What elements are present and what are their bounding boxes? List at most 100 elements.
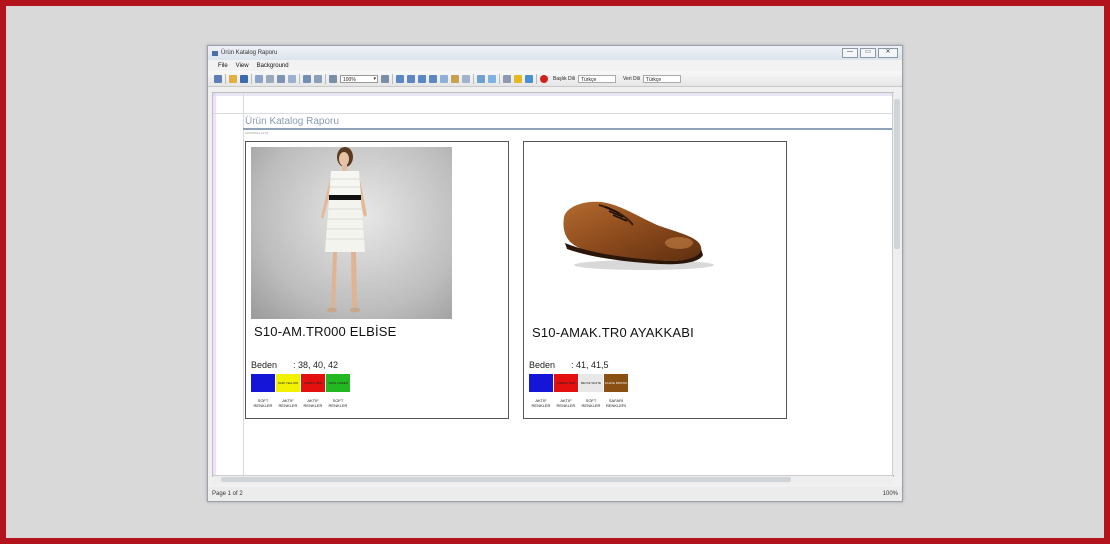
horizontal-scrollbar[interactable]	[213, 475, 893, 484]
search-icon[interactable]	[214, 74, 222, 83]
size-label: Beden	[529, 360, 556, 370]
stop-icon[interactable]	[540, 74, 548, 83]
report-page: Ürün Katalog Raporu 12/04/2012 13:51 S10…	[212, 92, 894, 477]
color-swatch: SARI YELLOW	[276, 374, 300, 392]
horizontal-scroll-thumb[interactable]	[221, 477, 791, 482]
refresh-icon[interactable]	[525, 74, 533, 83]
shoe-image	[563, 201, 714, 270]
title-divider	[243, 128, 893, 130]
toolbar-separator	[392, 73, 393, 84]
menu-background[interactable]: Background	[257, 63, 289, 69]
color-swatch-item: SARI YELLOW AKTİF RENKLER	[276, 374, 300, 408]
toolbar-separator	[325, 73, 326, 84]
menu-file[interactable]: File	[218, 63, 228, 69]
page-setup-icon[interactable]	[277, 74, 285, 83]
report-date: 12/04/2012 13:51	[245, 131, 269, 135]
zoom-select[interactable]: 100%	[340, 74, 378, 83]
color-swatch-label: AKTİF RENKLER	[278, 398, 298, 408]
help-icon[interactable]	[514, 74, 522, 83]
product-photo-shoe	[529, 147, 730, 319]
left-ruler	[213, 93, 216, 476]
margin-line	[243, 93, 244, 476]
color-swatch: KAHVE BROWN	[604, 374, 628, 392]
data-language-field[interactable]: Türkçe	[642, 74, 681, 83]
close-button[interactable]: ✕	[878, 48, 898, 58]
zoom-in-icon[interactable]	[381, 74, 389, 83]
previous-page-icon[interactable]	[407, 74, 415, 83]
watermark-icon[interactable]	[462, 74, 470, 83]
data-language-label: Veri Dili	[622, 75, 640, 82]
menu-bar: File View Background	[208, 60, 902, 71]
open-icon[interactable]	[229, 74, 237, 83]
color-swatch-label: AKTİF RENKLER	[531, 398, 551, 408]
magnifier-icon[interactable]	[314, 74, 322, 83]
maximize-button[interactable]: ▭	[860, 48, 876, 58]
product-code: S10-AMAK.TR0 AYAKKABI	[532, 325, 694, 340]
color-swatch	[529, 374, 553, 392]
export-icon[interactable]	[477, 74, 485, 83]
margin-line	[213, 113, 893, 114]
color-swatch-label: SOFT RENKLER	[328, 398, 348, 408]
print-icon[interactable]	[255, 74, 263, 83]
color-swatch-item: AKTİF RENKLER	[529, 374, 553, 408]
color-swatch: BEYAZ WHITE	[579, 374, 603, 392]
menu-view[interactable]: View	[236, 63, 249, 69]
page-indicator: Page 1 of 2	[212, 491, 243, 497]
title-language-label: Başlık Dili	[553, 75, 575, 82]
zoom-indicator: 100%	[882, 491, 898, 497]
color-swatch-item: SOFT RENKLER	[251, 374, 275, 408]
color-swatch-item: BEYAZ WHITE SOFT RENKLER	[579, 374, 603, 408]
color-icon[interactable]	[451, 74, 459, 83]
size-row: Beden: 38, 40, 42	[251, 360, 338, 370]
color-swatch: YEŞİL GREEN	[326, 374, 350, 392]
settings-icon[interactable]	[503, 74, 511, 83]
product-code: S10-AM.TR000 ELBİSE	[254, 324, 397, 339]
title-bar: Ürün Katalog Raporu — ▭ ✕	[208, 46, 902, 60]
vertical-scrollbar[interactable]	[892, 93, 901, 475]
color-swatch-item: KIRMIZI RED AKTİF RENKLER	[554, 374, 578, 408]
toolbar-separator	[225, 73, 226, 84]
dress-model-image	[321, 147, 367, 313]
color-swatch-item: KAHVE BROWN SAFARİ RENKLERİ	[604, 374, 628, 408]
report-viewer-window: Ürün Katalog Raporu — ▭ ✕ File View Back…	[207, 45, 903, 502]
color-swatch	[251, 374, 275, 392]
size-values: : 41, 41,5	[571, 360, 609, 370]
hand-tool-icon[interactable]	[303, 74, 311, 83]
save-icon[interactable]	[240, 74, 248, 83]
app-icon	[212, 50, 218, 56]
report-title: Ürün Katalog Raporu	[245, 116, 339, 127]
color-swatches: AKTİF RENKLER KIRMIZI RED AKTİF RENKLER …	[529, 374, 628, 408]
size-row: Beden : 41, 41,5	[529, 360, 609, 370]
color-swatch: KIRMIZI RED	[301, 374, 325, 392]
minimize-button[interactable]: —	[842, 48, 858, 58]
color-swatch-item: YEŞİL GREEN SOFT RENKLER	[326, 374, 350, 408]
scale-icon[interactable]	[288, 74, 296, 83]
color-swatch-item: KIRMIZI RED AKTİF RENKLER	[301, 374, 325, 408]
toolbar-separator	[499, 73, 500, 84]
toolbar-separator	[473, 73, 474, 84]
color-swatches: SOFT RENKLER SARI YELLOW AKTİF RENKLER K…	[251, 374, 350, 408]
toolbar-separator	[536, 73, 537, 84]
top-ruler	[213, 93, 893, 96]
toolbar: 100% Başlık Dili Türkçe Veri Dili Türkçe	[208, 71, 902, 87]
first-page-icon[interactable]	[396, 74, 404, 83]
toolbar-separator	[299, 73, 300, 84]
color-swatch-label: AKTİF RENKLER	[556, 398, 576, 408]
toolbar-separator	[251, 73, 252, 84]
multiple-pages-icon[interactable]	[440, 74, 448, 83]
send-email-icon[interactable]	[488, 74, 496, 83]
color-swatch-label: SOFT RENKLER	[253, 398, 273, 408]
color-swatch-label: SAFARİ RENKLERİ	[605, 398, 626, 408]
vertical-scroll-thumb[interactable]	[894, 99, 900, 249]
window-title: Ürün Katalog Raporu	[221, 50, 278, 56]
product-card: S10-AM.TR000 ELBİSE Beden: 38, 40, 42 SO…	[245, 141, 509, 419]
quick-print-icon[interactable]	[266, 74, 274, 83]
zoom-out-icon[interactable]	[329, 74, 337, 83]
next-page-icon[interactable]	[418, 74, 426, 83]
title-language-field[interactable]: Türkçe	[577, 74, 616, 83]
size-values: : 38, 40, 42	[293, 360, 339, 370]
product-card: S10-AMAK.TR0 AYAKKABI Beden : 41, 41,5 AK…	[523, 141, 787, 419]
product-photo-dress	[251, 147, 452, 319]
last-page-icon[interactable]	[429, 74, 437, 83]
color-swatch-label: SOFT RENKLER	[581, 398, 601, 408]
